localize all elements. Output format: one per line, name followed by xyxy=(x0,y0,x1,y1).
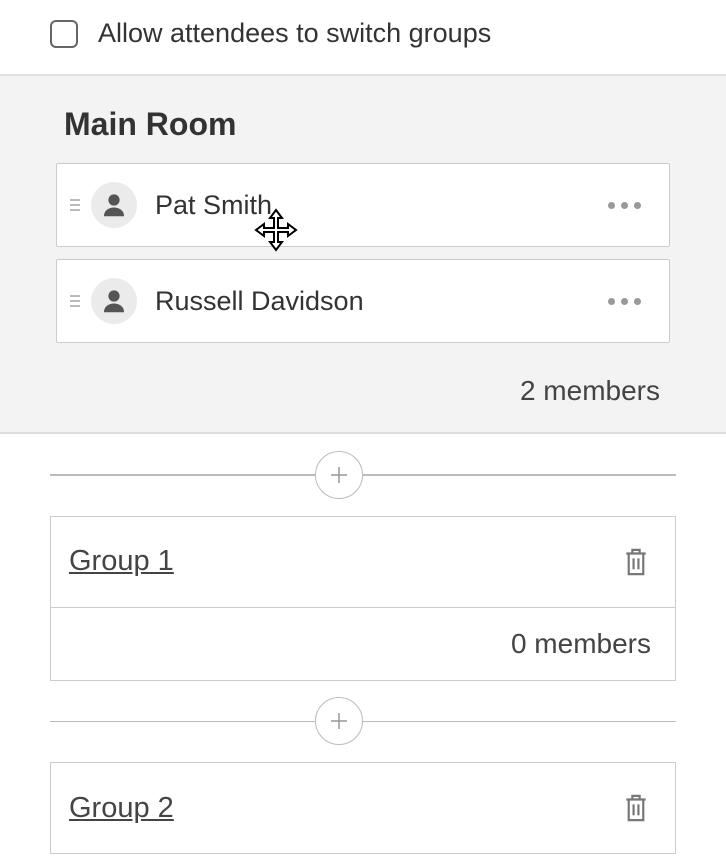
group-container: Group 1 0 members xyxy=(50,516,676,681)
group-divider xyxy=(0,681,726,763)
more-options-button[interactable] xyxy=(600,194,649,217)
drag-handle-icon[interactable] xyxy=(69,199,81,211)
allow-switch-checkbox[interactable] xyxy=(50,20,78,48)
main-room-title: Main Room xyxy=(0,96,726,163)
divider-line xyxy=(363,474,676,476)
plus-icon xyxy=(327,709,351,733)
attendee-name: Pat Smith xyxy=(155,190,600,221)
attendee-list: Pat Smith Russell Davidson xyxy=(0,163,726,343)
group-header: Group 1 xyxy=(51,517,675,608)
avatar xyxy=(91,278,137,324)
add-group-button[interactable] xyxy=(315,697,363,745)
trash-icon xyxy=(621,545,651,579)
avatar xyxy=(91,182,137,228)
attendee-card[interactable]: Pat Smith xyxy=(56,163,670,247)
drag-handle-icon[interactable] xyxy=(69,295,81,307)
allow-switch-row: Allow attendees to switch groups xyxy=(0,0,726,76)
group-container: Group 2 xyxy=(50,762,676,854)
attendee-name: Russell Davidson xyxy=(155,286,600,317)
allow-switch-label: Allow attendees to switch groups xyxy=(98,18,491,49)
trash-icon xyxy=(621,791,651,825)
person-icon xyxy=(99,286,129,316)
group-header: Group 2 xyxy=(51,763,675,853)
plus-icon xyxy=(327,463,351,487)
group-name-link[interactable]: Group 2 xyxy=(69,792,174,825)
add-group-button[interactable] xyxy=(315,451,363,499)
person-icon xyxy=(99,190,129,220)
more-options-button[interactable] xyxy=(600,290,649,313)
delete-group-button[interactable] xyxy=(621,545,651,579)
attendee-card[interactable]: Russell Davidson xyxy=(56,259,670,343)
group-divider xyxy=(0,434,726,516)
main-room-member-count: 2 members xyxy=(0,355,726,412)
divider-line xyxy=(363,721,676,723)
group-name-link[interactable]: Group 1 xyxy=(69,545,174,578)
delete-group-button[interactable] xyxy=(621,791,651,825)
groups-section: Group 1 0 members xyxy=(0,434,726,854)
main-room-section: Main Room Pat Smith xyxy=(0,76,726,434)
group-member-count: 0 members xyxy=(51,608,675,680)
